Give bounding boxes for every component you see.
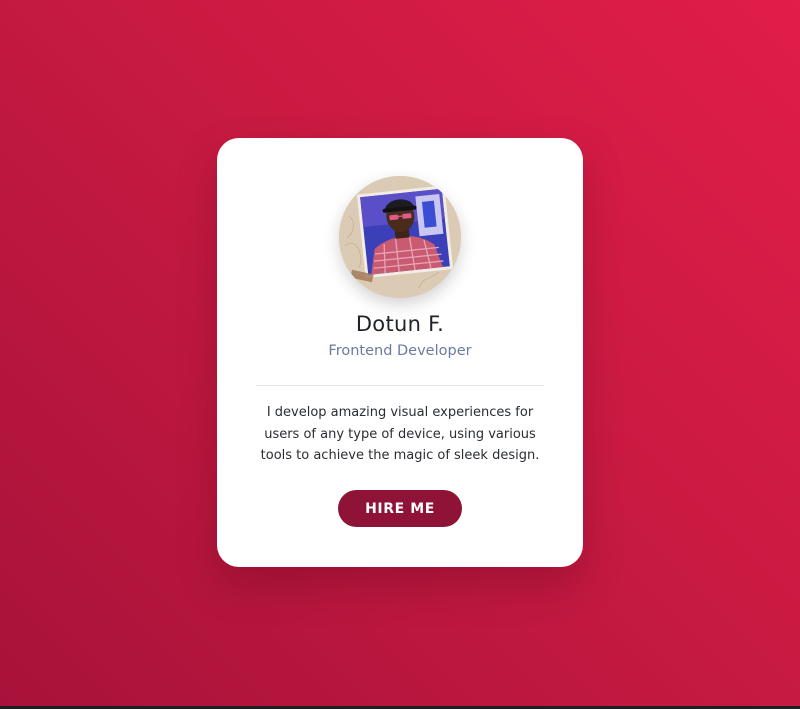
profile-photo-icon: [339, 176, 461, 298]
profile-card: Dotun F. Frontend Developer I develop am…: [217, 138, 583, 567]
profile-name: Dotun F.: [355, 312, 445, 336]
profile-bio: I develop amazing visual experiences for…: [257, 402, 543, 467]
profile-bio-text: I develop amazing visual experiences for…: [260, 405, 540, 463]
avatar: [339, 176, 461, 298]
profile-role: Frontend Developer: [328, 343, 472, 359]
divider: [256, 385, 544, 386]
hire-me-button[interactable]: HIRE ME: [338, 490, 462, 527]
page-background: { "profile": { "name": "Dotun F.", "role…: [0, 0, 800, 709]
